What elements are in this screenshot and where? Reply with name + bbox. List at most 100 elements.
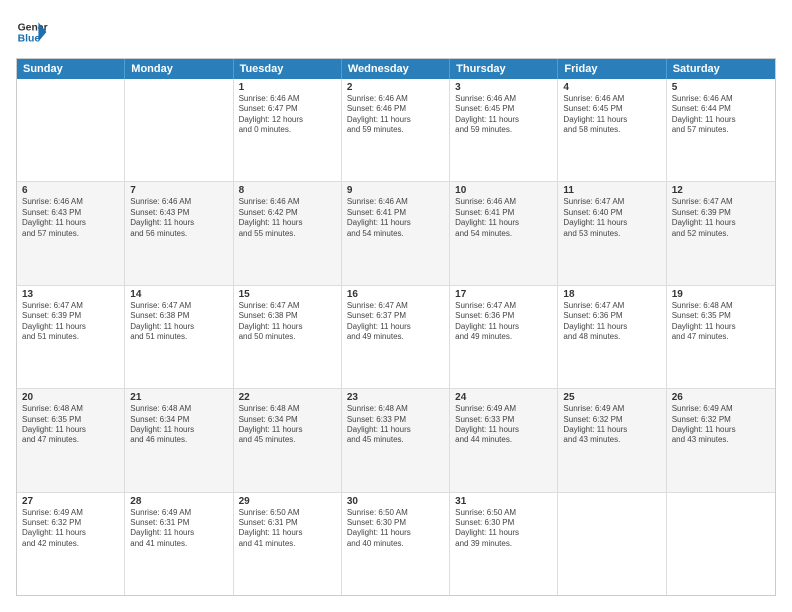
cal-cell-0-3: 2Sunrise: 6:46 AM Sunset: 6:46 PM Daylig…	[342, 79, 450, 181]
day-info: Sunrise: 6:49 AM Sunset: 6:31 PM Dayligh…	[130, 508, 227, 550]
cal-cell-3-1: 21Sunrise: 6:48 AM Sunset: 6:34 PM Dayli…	[125, 389, 233, 491]
cal-cell-0-1	[125, 79, 233, 181]
day-number: 3	[455, 82, 552, 93]
day-number: 19	[672, 289, 770, 300]
day-info: Sunrise: 6:48 AM Sunset: 6:34 PM Dayligh…	[130, 404, 227, 446]
day-info: Sunrise: 6:47 AM Sunset: 6:39 PM Dayligh…	[22, 301, 119, 343]
day-info: Sunrise: 6:49 AM Sunset: 6:32 PM Dayligh…	[672, 404, 770, 446]
calendar-body: 1Sunrise: 6:46 AM Sunset: 6:47 PM Daylig…	[17, 79, 775, 595]
calendar-row-4: 27Sunrise: 6:49 AM Sunset: 6:32 PM Dayli…	[17, 493, 775, 595]
calendar-row-3: 20Sunrise: 6:48 AM Sunset: 6:35 PM Dayli…	[17, 389, 775, 492]
cal-cell-0-4: 3Sunrise: 6:46 AM Sunset: 6:45 PM Daylig…	[450, 79, 558, 181]
day-number: 11	[563, 185, 660, 196]
cal-cell-3-0: 20Sunrise: 6:48 AM Sunset: 6:35 PM Dayli…	[17, 389, 125, 491]
cal-cell-4-6	[667, 493, 775, 595]
day-number: 10	[455, 185, 552, 196]
header-cell-friday: Friday	[558, 59, 666, 79]
calendar-row-2: 13Sunrise: 6:47 AM Sunset: 6:39 PM Dayli…	[17, 286, 775, 389]
cal-cell-3-2: 22Sunrise: 6:48 AM Sunset: 6:34 PM Dayli…	[234, 389, 342, 491]
day-info: Sunrise: 6:48 AM Sunset: 6:34 PM Dayligh…	[239, 404, 336, 446]
day-info: Sunrise: 6:46 AM Sunset: 6:45 PM Dayligh…	[455, 94, 552, 136]
cal-cell-2-1: 14Sunrise: 6:47 AM Sunset: 6:38 PM Dayli…	[125, 286, 233, 388]
day-number: 24	[455, 392, 552, 403]
cal-cell-4-0: 27Sunrise: 6:49 AM Sunset: 6:32 PM Dayli…	[17, 493, 125, 595]
cal-cell-1-0: 6Sunrise: 6:46 AM Sunset: 6:43 PM Daylig…	[17, 182, 125, 284]
day-info: Sunrise: 6:46 AM Sunset: 6:42 PM Dayligh…	[239, 197, 336, 239]
day-number: 5	[672, 82, 770, 93]
day-info: Sunrise: 6:47 AM Sunset: 6:39 PM Dayligh…	[672, 197, 770, 239]
day-info: Sunrise: 6:46 AM Sunset: 6:45 PM Dayligh…	[563, 94, 660, 136]
cal-cell-2-3: 16Sunrise: 6:47 AM Sunset: 6:37 PM Dayli…	[342, 286, 450, 388]
header-cell-saturday: Saturday	[667, 59, 775, 79]
cal-cell-1-3: 9Sunrise: 6:46 AM Sunset: 6:41 PM Daylig…	[342, 182, 450, 284]
day-number: 9	[347, 185, 444, 196]
day-info: Sunrise: 6:46 AM Sunset: 6:41 PM Dayligh…	[347, 197, 444, 239]
header: General Blue	[16, 16, 776, 48]
cal-cell-4-3: 30Sunrise: 6:50 AM Sunset: 6:30 PM Dayli…	[342, 493, 450, 595]
day-info: Sunrise: 6:48 AM Sunset: 6:35 PM Dayligh…	[672, 301, 770, 343]
day-number: 17	[455, 289, 552, 300]
day-number: 20	[22, 392, 119, 403]
day-info: Sunrise: 6:50 AM Sunset: 6:31 PM Dayligh…	[239, 508, 336, 550]
day-info: Sunrise: 6:46 AM Sunset: 6:46 PM Dayligh…	[347, 94, 444, 136]
cal-cell-4-1: 28Sunrise: 6:49 AM Sunset: 6:31 PM Dayli…	[125, 493, 233, 595]
day-info: Sunrise: 6:46 AM Sunset: 6:47 PM Dayligh…	[239, 94, 336, 136]
cal-cell-4-4: 31Sunrise: 6:50 AM Sunset: 6:30 PM Dayli…	[450, 493, 558, 595]
day-number: 16	[347, 289, 444, 300]
day-number: 12	[672, 185, 770, 196]
day-info: Sunrise: 6:49 AM Sunset: 6:32 PM Dayligh…	[22, 508, 119, 550]
day-number: 21	[130, 392, 227, 403]
calendar-header: SundayMondayTuesdayWednesdayThursdayFrid…	[17, 59, 775, 79]
day-number: 15	[239, 289, 336, 300]
day-number: 6	[22, 185, 119, 196]
day-info: Sunrise: 6:46 AM Sunset: 6:41 PM Dayligh…	[455, 197, 552, 239]
header-cell-monday: Monday	[125, 59, 233, 79]
cal-cell-3-6: 26Sunrise: 6:49 AM Sunset: 6:32 PM Dayli…	[667, 389, 775, 491]
cal-cell-1-5: 11Sunrise: 6:47 AM Sunset: 6:40 PM Dayli…	[558, 182, 666, 284]
day-number: 8	[239, 185, 336, 196]
cal-cell-3-4: 24Sunrise: 6:49 AM Sunset: 6:33 PM Dayli…	[450, 389, 558, 491]
cal-cell-3-3: 23Sunrise: 6:48 AM Sunset: 6:33 PM Dayli…	[342, 389, 450, 491]
day-number: 4	[563, 82, 660, 93]
day-info: Sunrise: 6:46 AM Sunset: 6:44 PM Dayligh…	[672, 94, 770, 136]
header-cell-tuesday: Tuesday	[234, 59, 342, 79]
header-cell-thursday: Thursday	[450, 59, 558, 79]
day-number: 1	[239, 82, 336, 93]
day-number: 13	[22, 289, 119, 300]
cal-cell-2-5: 18Sunrise: 6:47 AM Sunset: 6:36 PM Dayli…	[558, 286, 666, 388]
day-info: Sunrise: 6:47 AM Sunset: 6:38 PM Dayligh…	[130, 301, 227, 343]
day-info: Sunrise: 6:46 AM Sunset: 6:43 PM Dayligh…	[22, 197, 119, 239]
day-info: Sunrise: 6:50 AM Sunset: 6:30 PM Dayligh…	[455, 508, 552, 550]
calendar-row-0: 1Sunrise: 6:46 AM Sunset: 6:47 PM Daylig…	[17, 79, 775, 182]
cal-cell-0-5: 4Sunrise: 6:46 AM Sunset: 6:45 PM Daylig…	[558, 79, 666, 181]
day-number: 18	[563, 289, 660, 300]
cal-cell-1-4: 10Sunrise: 6:46 AM Sunset: 6:41 PM Dayli…	[450, 182, 558, 284]
day-number: 29	[239, 496, 336, 507]
header-cell-sunday: Sunday	[17, 59, 125, 79]
day-info: Sunrise: 6:47 AM Sunset: 6:38 PM Dayligh…	[239, 301, 336, 343]
header-cell-wednesday: Wednesday	[342, 59, 450, 79]
cal-cell-3-5: 25Sunrise: 6:49 AM Sunset: 6:32 PM Dayli…	[558, 389, 666, 491]
day-info: Sunrise: 6:49 AM Sunset: 6:33 PM Dayligh…	[455, 404, 552, 446]
cal-cell-2-6: 19Sunrise: 6:48 AM Sunset: 6:35 PM Dayli…	[667, 286, 775, 388]
day-info: Sunrise: 6:49 AM Sunset: 6:32 PM Dayligh…	[563, 404, 660, 446]
cal-cell-1-1: 7Sunrise: 6:46 AM Sunset: 6:43 PM Daylig…	[125, 182, 233, 284]
day-number: 26	[672, 392, 770, 403]
day-info: Sunrise: 6:46 AM Sunset: 6:43 PM Dayligh…	[130, 197, 227, 239]
day-number: 14	[130, 289, 227, 300]
day-info: Sunrise: 6:47 AM Sunset: 6:40 PM Dayligh…	[563, 197, 660, 239]
logo-icon: General Blue	[16, 16, 48, 48]
calendar-row-1: 6Sunrise: 6:46 AM Sunset: 6:43 PM Daylig…	[17, 182, 775, 285]
cal-cell-2-4: 17Sunrise: 6:47 AM Sunset: 6:36 PM Dayli…	[450, 286, 558, 388]
cal-cell-0-2: 1Sunrise: 6:46 AM Sunset: 6:47 PM Daylig…	[234, 79, 342, 181]
calendar: SundayMondayTuesdayWednesdayThursdayFrid…	[16, 58, 776, 596]
day-info: Sunrise: 6:48 AM Sunset: 6:35 PM Dayligh…	[22, 404, 119, 446]
day-number: 28	[130, 496, 227, 507]
svg-text:Blue: Blue	[18, 34, 41, 45]
cal-cell-0-0	[17, 79, 125, 181]
page: General Blue SundayMondayTuesdayWednesda…	[0, 0, 792, 612]
day-number: 23	[347, 392, 444, 403]
cal-cell-4-5	[558, 493, 666, 595]
day-info: Sunrise: 6:48 AM Sunset: 6:33 PM Dayligh…	[347, 404, 444, 446]
cal-cell-1-2: 8Sunrise: 6:46 AM Sunset: 6:42 PM Daylig…	[234, 182, 342, 284]
